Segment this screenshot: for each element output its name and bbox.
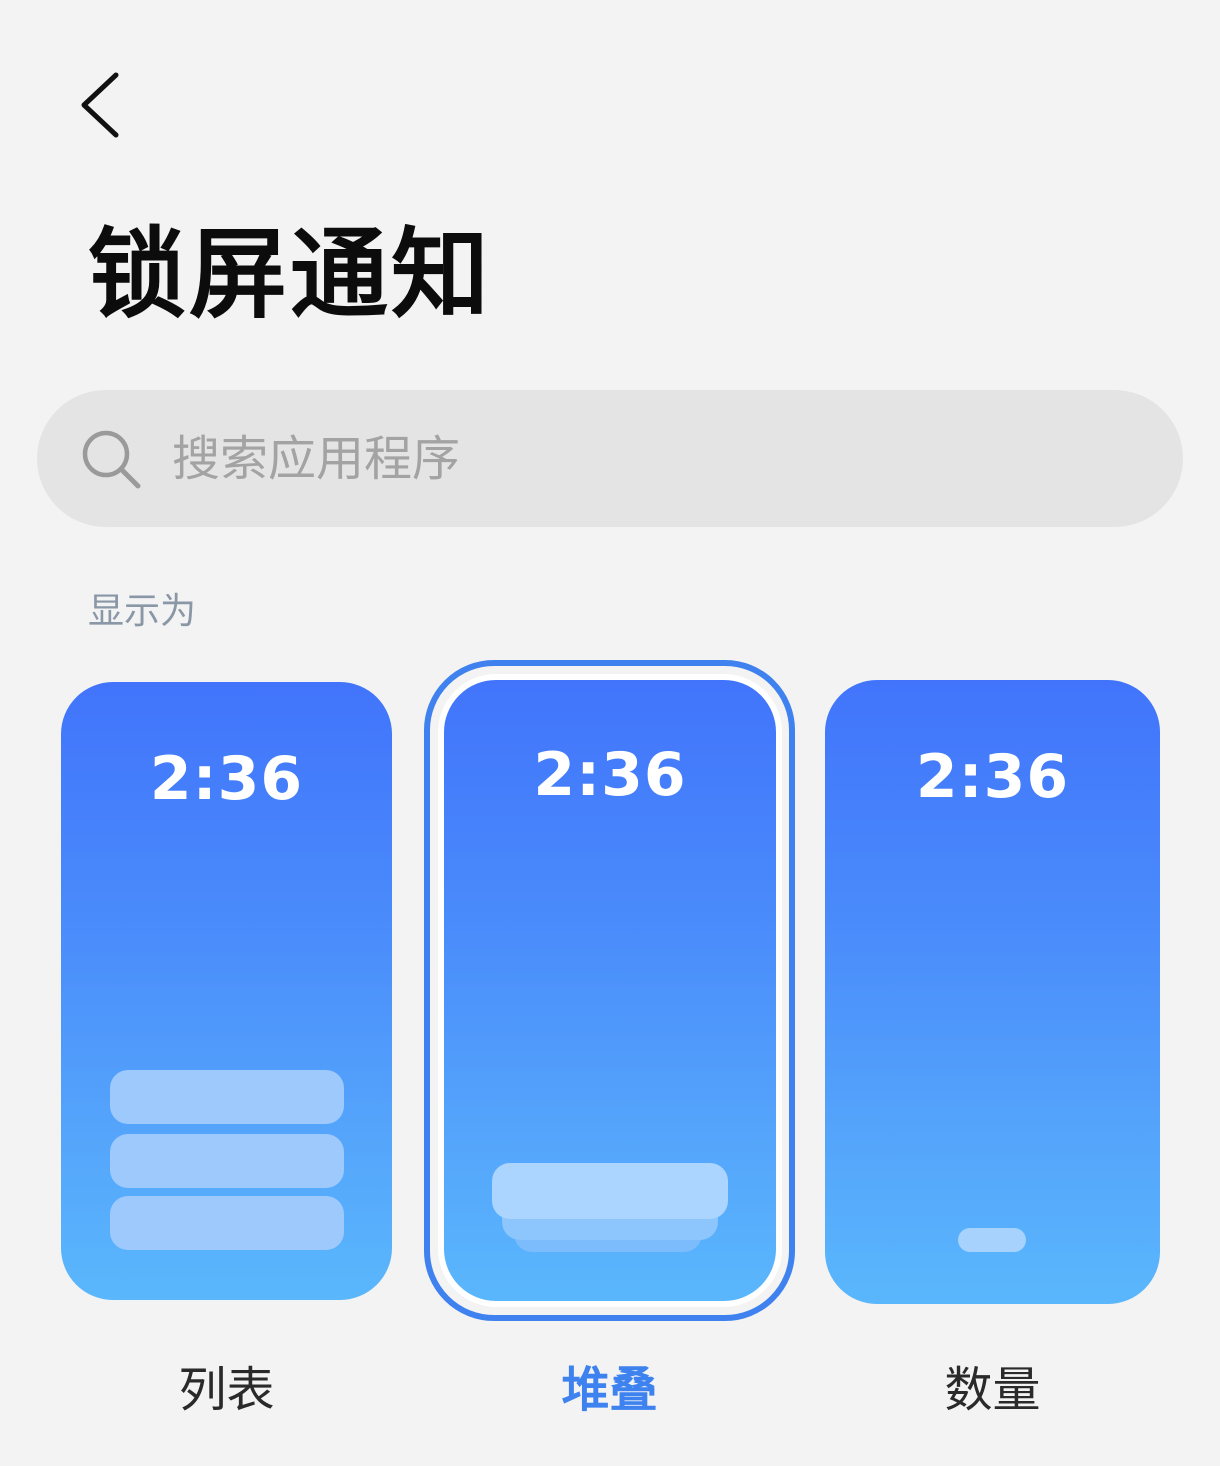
search-icon	[82, 430, 141, 489]
back-button[interactable]	[62, 56, 152, 152]
notification-placeholder	[110, 1070, 344, 1124]
preview-clock: 2:36	[915, 742, 1070, 812]
section-label-display-as: 显示为	[88, 591, 197, 632]
list-preview-card[interactable]: 2:36	[61, 682, 392, 1300]
notification-placeholder	[110, 1134, 344, 1188]
option-label-count[interactable]: 数量	[825, 1350, 1160, 1420]
count-preview-card[interactable]: 2:36	[825, 680, 1160, 1304]
page-title: 锁屏通知	[88, 218, 493, 332]
chevron-left-icon	[81, 72, 119, 138]
option-label-stack[interactable]: 堆叠	[424, 1350, 795, 1420]
inner-ring	[438, 674, 782, 1307]
notification-placeholder	[110, 1196, 344, 1250]
option-label-list[interactable]: 列表	[61, 1350, 392, 1420]
search-input[interactable]	[172, 418, 1122, 500]
preview-clock: 2:36	[149, 744, 304, 814]
notification-count-pill	[958, 1228, 1026, 1252]
